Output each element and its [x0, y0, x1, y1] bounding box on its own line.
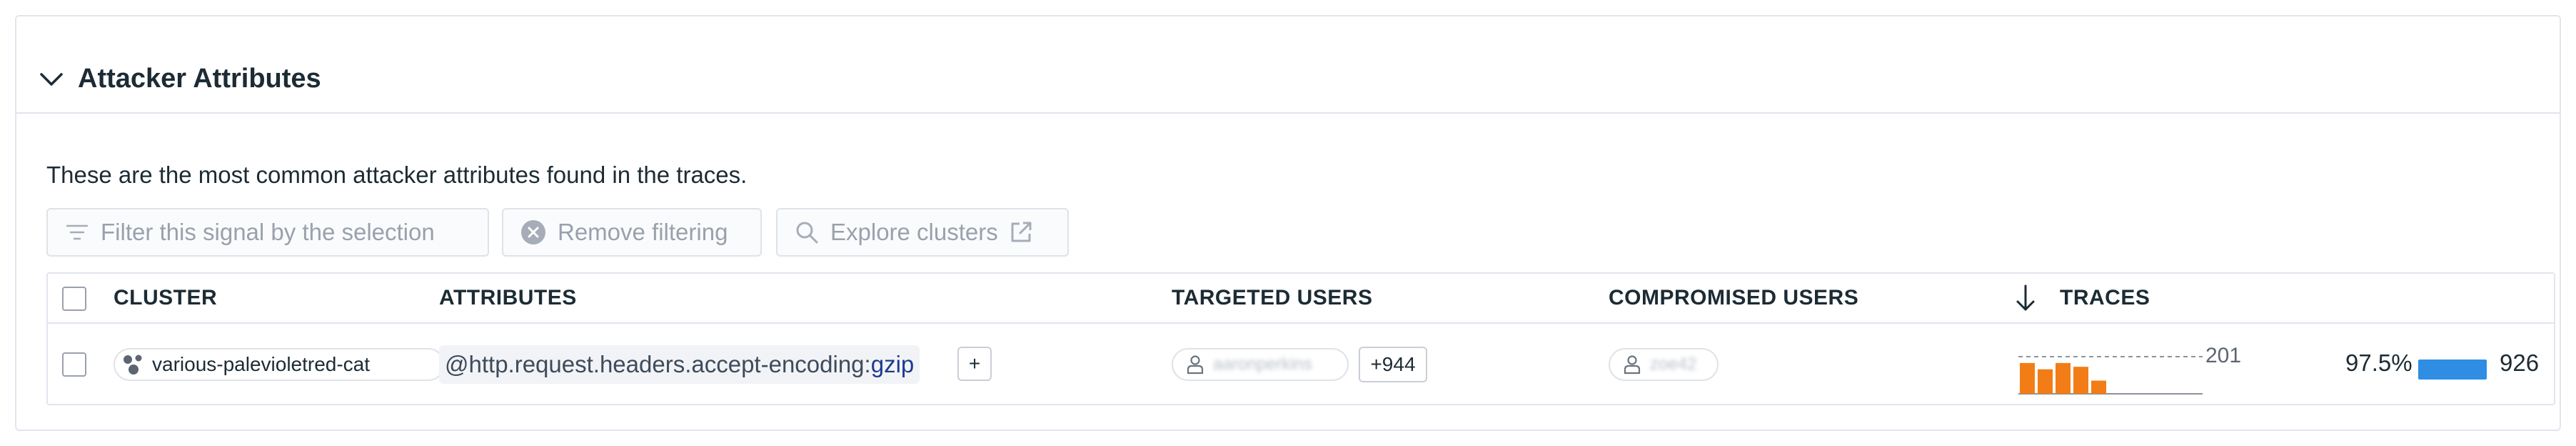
traces-bar — [2418, 360, 2487, 380]
sparkline-bar — [2038, 369, 2053, 394]
remove-filtering-button[interactable]: Remove filtering — [502, 208, 762, 257]
cluster-pill[interactable]: various-palevioletred-cat — [114, 348, 445, 381]
sparkline-max-label: 201 — [2205, 344, 2241, 367]
explore-clusters-button[interactable]: Explore clusters — [776, 208, 1069, 257]
traces-count: 926 — [2500, 350, 2540, 376]
compromised-user-name: zoe42 — [1650, 355, 1697, 374]
attribute-key: @http.request.headers.accept-encoding: — [445, 351, 871, 377]
compromised-user-pill[interactable]: zoe42 — [1609, 348, 1719, 381]
user-icon — [1187, 355, 1204, 375]
sparkline-bar — [2056, 362, 2071, 394]
sparkline-bar — [2020, 362, 2035, 394]
x-circle-icon — [521, 220, 545, 244]
table-header: CLUSTER ATTRIBUTES TARGETED USERS COMPRO… — [48, 274, 2554, 324]
arrow-down-icon[interactable] — [2013, 284, 2038, 312]
filter-signal-label: Filter this signal by the selection — [101, 219, 435, 245]
sparkline-bar — [2091, 380, 2106, 394]
column-header-traces[interactable]: TRACES — [2060, 284, 2150, 312]
select-all-checkbox[interactable] — [62, 287, 86, 311]
targeted-user-name: aaronperkins — [1213, 355, 1312, 374]
row-checkbox[interactable] — [62, 352, 86, 377]
attacker-attributes-panel: Attacker Attributes These are the most c… — [15, 15, 2561, 431]
panel-title: Attacker Attributes — [78, 64, 321, 94]
external-link-icon — [1011, 222, 1032, 242]
clusters-table: CLUSTER ATTRIBUTES TARGETED USERS COMPRO… — [46, 272, 2555, 405]
column-header-compromised-users[interactable]: COMPROMISED USERS — [1609, 284, 1858, 312]
traces-percent: 97.5% — [2345, 350, 2413, 376]
chevron-down-icon[interactable] — [38, 66, 65, 94]
panel-header[interactable]: Attacker Attributes — [16, 16, 2560, 114]
cluster-dots-icon — [124, 355, 142, 375]
table-row[interactable]: various-palevioletred-cat @http.request.… — [48, 324, 2554, 405]
column-header-attributes[interactable]: ATTRIBUTES — [439, 284, 577, 312]
user-icon — [1624, 355, 1641, 375]
cluster-name: various-palevioletred-cat — [152, 353, 371, 375]
filter-signal-button[interactable]: Filter this signal by the selection — [46, 208, 489, 257]
sparkline-bar — [2073, 367, 2088, 394]
targeted-user-pill[interactable]: aaronperkins — [1172, 348, 1349, 381]
panel-description: These are the most common attacker attri… — [46, 162, 748, 188]
add-attribute-button[interactable]: + — [957, 347, 992, 381]
attribute-value: gzip — [870, 351, 915, 377]
more-targeted-users-button[interactable]: +944 — [1359, 347, 1427, 382]
search-icon — [796, 222, 818, 244]
traces-sparkline: 201 — [2018, 344, 2241, 395]
column-header-targeted-users[interactable]: TARGETED USERS — [1172, 284, 1372, 312]
attribute-chip[interactable]: @http.request.headers.accept-encoding: gz… — [439, 345, 920, 384]
remove-filtering-label: Remove filtering — [558, 219, 728, 245]
column-header-cluster[interactable]: CLUSTER — [114, 284, 217, 312]
filter-lines-icon — [66, 224, 89, 240]
explore-clusters-label: Explore clusters — [830, 219, 998, 245]
